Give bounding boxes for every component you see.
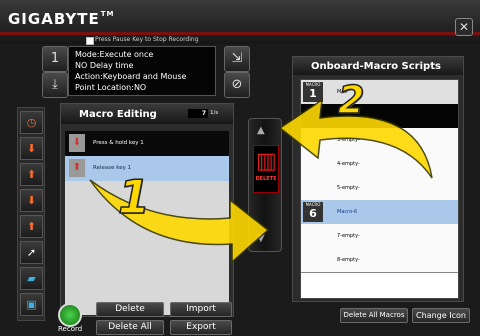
annotation-overlay xyxy=(89,98,433,264)
macro-app-window: GIGABYTETM ✕ Press Pause Key to Stop Rec… xyxy=(0,0,480,336)
arrow-one-shape xyxy=(89,179,270,264)
step-two-number: 2 xyxy=(337,77,365,123)
step-one-number: 1 xyxy=(117,169,151,225)
